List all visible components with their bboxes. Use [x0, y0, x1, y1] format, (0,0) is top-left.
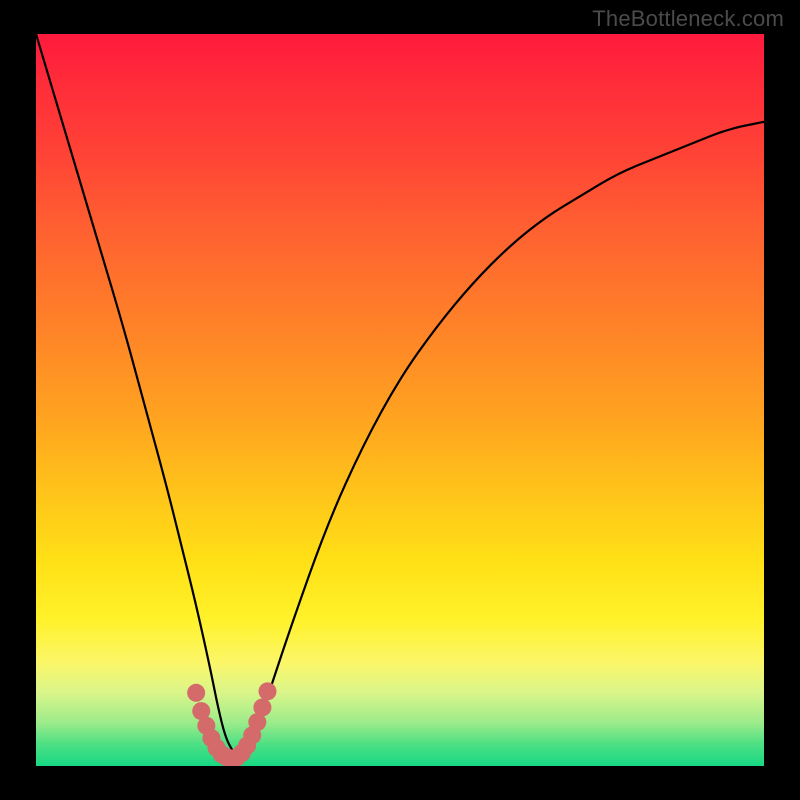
main-curve — [36, 34, 764, 757]
curve-layer — [36, 34, 764, 766]
plot-area — [36, 34, 764, 766]
marker-dot — [253, 698, 271, 716]
marker-band — [187, 682, 276, 766]
marker-dot — [187, 684, 205, 702]
marker-dot — [259, 682, 277, 700]
chart-frame: TheBottleneck.com — [0, 0, 800, 800]
attribution-label: TheBottleneck.com — [592, 6, 784, 32]
